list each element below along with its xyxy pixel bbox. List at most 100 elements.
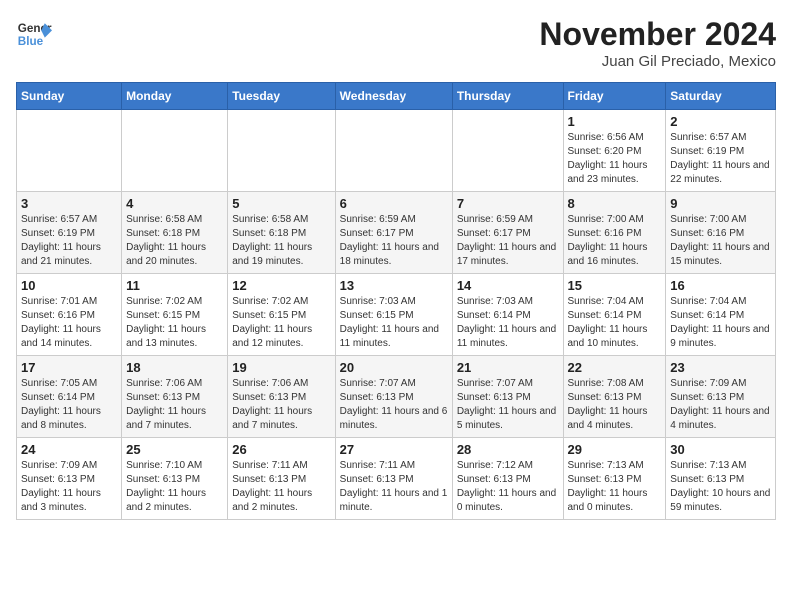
- calendar-week-row: 24 Sunrise: 7:09 AM Sunset: 6:13 PM Dayli…: [17, 438, 776, 520]
- day-number: 29: [568, 442, 662, 457]
- day-number: 1: [568, 114, 662, 129]
- day-number: 9: [670, 196, 771, 211]
- day-info: Sunrise: 6:59 AM Sunset: 6:17 PM Dayligh…: [457, 213, 559, 269]
- day-info: Sunrise: 7:02 AM Sunset: 6:15 PM Dayligh…: [126, 295, 223, 351]
- month-year-title: November 2024: [539, 16, 776, 53]
- calendar-cell: 23Sunrise: 7:09 AM Sunset: 6:13 PM Dayli…: [666, 356, 776, 438]
- svg-text:Blue: Blue: [18, 35, 44, 48]
- day-info: Sunrise: 6:59 AM Sunset: 6:17 PM Dayligh…: [340, 213, 448, 269]
- day-number: 24: [21, 442, 117, 457]
- day-info: Sunrise: 7:01 AM Sunset: 6:16 PM Dayligh…: [21, 295, 117, 351]
- weekday-header-row: Sunday Monday Tuesday Wednesday Thursday…: [17, 83, 776, 110]
- day-number: 6: [340, 196, 448, 211]
- day-info: Sunrise: 7:07 AM Sunset: 6:13 PM Dayligh…: [457, 377, 559, 433]
- day-number: 17: [21, 360, 117, 375]
- day-info: Sunrise: 7:06 AM Sunset: 6:13 PM Dayligh…: [126, 377, 223, 433]
- calendar-cell: 22 Sunrise: 7:08 AM Sunset: 6:13 PM Dayli…: [563, 356, 666, 438]
- calendar-cell: [228, 110, 335, 192]
- header-friday: Friday: [563, 83, 666, 110]
- day-number: 30: [670, 442, 771, 457]
- day-info: Sunrise: 7:13 AM Sunset: 6:13 PM Dayligh…: [568, 459, 662, 515]
- calendar-week-row: 17Sunrise: 7:05 AM Sunset: 6:14 PM Dayli…: [17, 356, 776, 438]
- calendar-cell: 4 Sunrise: 6:58 AM Sunset: 6:18 PM Daylig…: [122, 192, 228, 274]
- day-info: Sunrise: 7:11 AM Sunset: 6:13 PM Dayligh…: [340, 459, 448, 515]
- calendar-cell: 18 Sunrise: 7:06 AM Sunset: 6:13 PM Dayli…: [122, 356, 228, 438]
- calendar-week-row: 1 Sunrise: 6:56 AM Sunset: 6:20 PM Daylig…: [17, 110, 776, 192]
- calendar-cell: 13 Sunrise: 7:03 AM Sunset: 6:15 PM Dayli…: [335, 274, 452, 356]
- day-info: Sunrise: 6:58 AM Sunset: 6:18 PM Dayligh…: [126, 213, 223, 269]
- calendar-cell: 12Sunrise: 7:02 AM Sunset: 6:15 PM Dayli…: [228, 274, 335, 356]
- header-saturday: Saturday: [666, 83, 776, 110]
- day-number: 5: [232, 196, 330, 211]
- calendar-cell: 16 Sunrise: 7:04 AM Sunset: 6:14 PM Dayli…: [666, 274, 776, 356]
- calendar-body: 1 Sunrise: 6:56 AM Sunset: 6:20 PM Daylig…: [17, 110, 776, 520]
- calendar-cell: [17, 110, 122, 192]
- calendar-cell: [122, 110, 228, 192]
- header-wednesday: Wednesday: [335, 83, 452, 110]
- day-info: Sunrise: 7:03 AM Sunset: 6:15 PM Dayligh…: [340, 295, 448, 351]
- day-number: 26: [232, 442, 330, 457]
- day-number: 22: [568, 360, 662, 375]
- logo-icon: General Blue: [16, 16, 52, 52]
- calendar-cell: 9 Sunrise: 7:00 AM Sunset: 6:16 PM Daylig…: [666, 192, 776, 274]
- calendar-cell: 2Sunrise: 6:57 AM Sunset: 6:19 PM Daylig…: [666, 110, 776, 192]
- calendar-cell: [335, 110, 452, 192]
- header-monday: Monday: [122, 83, 228, 110]
- calendar-header: Sunday Monday Tuesday Wednesday Thursday…: [17, 83, 776, 110]
- day-number: 4: [126, 196, 223, 211]
- day-info: Sunrise: 7:12 AM Sunset: 6:13 PM Dayligh…: [457, 459, 559, 515]
- day-info: Sunrise: 7:06 AM Sunset: 6:13 PM Dayligh…: [232, 377, 330, 433]
- calendar-cell: 6 Sunrise: 6:59 AM Sunset: 6:17 PM Daylig…: [335, 192, 452, 274]
- day-number: 16: [670, 278, 771, 293]
- calendar-cell: [452, 110, 563, 192]
- calendar-cell: 11 Sunrise: 7:02 AM Sunset: 6:15 PM Dayli…: [122, 274, 228, 356]
- day-info: Sunrise: 6:57 AM Sunset: 6:19 PM Dayligh…: [670, 131, 771, 187]
- day-info: Sunrise: 7:04 AM Sunset: 6:14 PM Dayligh…: [670, 295, 771, 351]
- day-number: 19: [232, 360, 330, 375]
- day-number: 20: [340, 360, 448, 375]
- calendar-cell: 20Sunrise: 7:07 AM Sunset: 6:13 PM Dayli…: [335, 356, 452, 438]
- calendar-cell: 10 Sunrise: 7:01 AM Sunset: 6:16 PM Dayli…: [17, 274, 122, 356]
- day-info: Sunrise: 7:00 AM Sunset: 6:16 PM Dayligh…: [568, 213, 662, 269]
- day-info: Sunrise: 7:09 AM Sunset: 6:13 PM Dayligh…: [670, 377, 771, 433]
- calendar-cell: 24 Sunrise: 7:09 AM Sunset: 6:13 PM Dayli…: [17, 438, 122, 520]
- day-info: Sunrise: 6:58 AM Sunset: 6:18 PM Dayligh…: [232, 213, 330, 269]
- day-info: Sunrise: 7:13 AM Sunset: 6:13 PM Dayligh…: [670, 459, 771, 515]
- header: General Blue November 2024 Juan Gil Prec…: [16, 16, 776, 70]
- day-number: 13: [340, 278, 448, 293]
- day-info: Sunrise: 7:08 AM Sunset: 6:13 PM Dayligh…: [568, 377, 662, 433]
- day-info: Sunrise: 7:02 AM Sunset: 6:15 PM Dayligh…: [232, 295, 330, 351]
- day-info: Sunrise: 7:03 AM Sunset: 6:14 PM Dayligh…: [457, 295, 559, 351]
- day-info: Sunrise: 7:04 AM Sunset: 6:14 PM Dayligh…: [568, 295, 662, 351]
- calendar-cell: 25Sunrise: 7:10 AM Sunset: 6:13 PM Dayli…: [122, 438, 228, 520]
- calendar-cell: 5 Sunrise: 6:58 AM Sunset: 6:18 PM Daylig…: [228, 192, 335, 274]
- day-number: 7: [457, 196, 559, 211]
- day-info: Sunrise: 7:09 AM Sunset: 6:13 PM Dayligh…: [21, 459, 117, 515]
- day-number: 10: [21, 278, 117, 293]
- day-info: Sunrise: 6:57 AM Sunset: 6:19 PM Dayligh…: [21, 213, 117, 269]
- calendar-cell: 21Sunrise: 7:07 AM Sunset: 6:13 PM Dayli…: [452, 356, 563, 438]
- calendar-week-row: 3 Sunrise: 6:57 AM Sunset: 6:19 PM Daylig…: [17, 192, 776, 274]
- calendar-table: Sunday Monday Tuesday Wednesday Thursday…: [16, 82, 776, 520]
- day-number: 27: [340, 442, 448, 457]
- calendar-cell: 3 Sunrise: 6:57 AM Sunset: 6:19 PM Daylig…: [17, 192, 122, 274]
- calendar-cell: 28 Sunrise: 7:12 AM Sunset: 6:13 PM Dayli…: [452, 438, 563, 520]
- calendar-cell: 26 Sunrise: 7:11 AM Sunset: 6:13 PM Dayli…: [228, 438, 335, 520]
- day-number: 8: [568, 196, 662, 211]
- calendar-cell: 29 Sunrise: 7:13 AM Sunset: 6:13 PM Dayli…: [563, 438, 666, 520]
- header-sunday: Sunday: [17, 83, 122, 110]
- calendar-cell: 7 Sunrise: 6:59 AM Sunset: 6:17 PM Daylig…: [452, 192, 563, 274]
- day-number: 11: [126, 278, 223, 293]
- day-number: 18: [126, 360, 223, 375]
- day-number: 25: [126, 442, 223, 457]
- day-info: Sunrise: 6:56 AM Sunset: 6:20 PM Dayligh…: [568, 131, 662, 187]
- day-number: 28: [457, 442, 559, 457]
- header-tuesday: Tuesday: [228, 83, 335, 110]
- day-info: Sunrise: 7:00 AM Sunset: 6:16 PM Dayligh…: [670, 213, 771, 269]
- day-number: 3: [21, 196, 117, 211]
- calendar-cell: 17Sunrise: 7:05 AM Sunset: 6:14 PM Dayli…: [17, 356, 122, 438]
- calendar-cell: 1 Sunrise: 6:56 AM Sunset: 6:20 PM Daylig…: [563, 110, 666, 192]
- day-info: Sunrise: 7:11 AM Sunset: 6:13 PM Dayligh…: [232, 459, 330, 515]
- calendar-cell: 30 Sunrise: 7:13 AM Sunset: 6:13 PM Dayli…: [666, 438, 776, 520]
- calendar-cell: 19 Sunrise: 7:06 AM Sunset: 6:13 PM Dayli…: [228, 356, 335, 438]
